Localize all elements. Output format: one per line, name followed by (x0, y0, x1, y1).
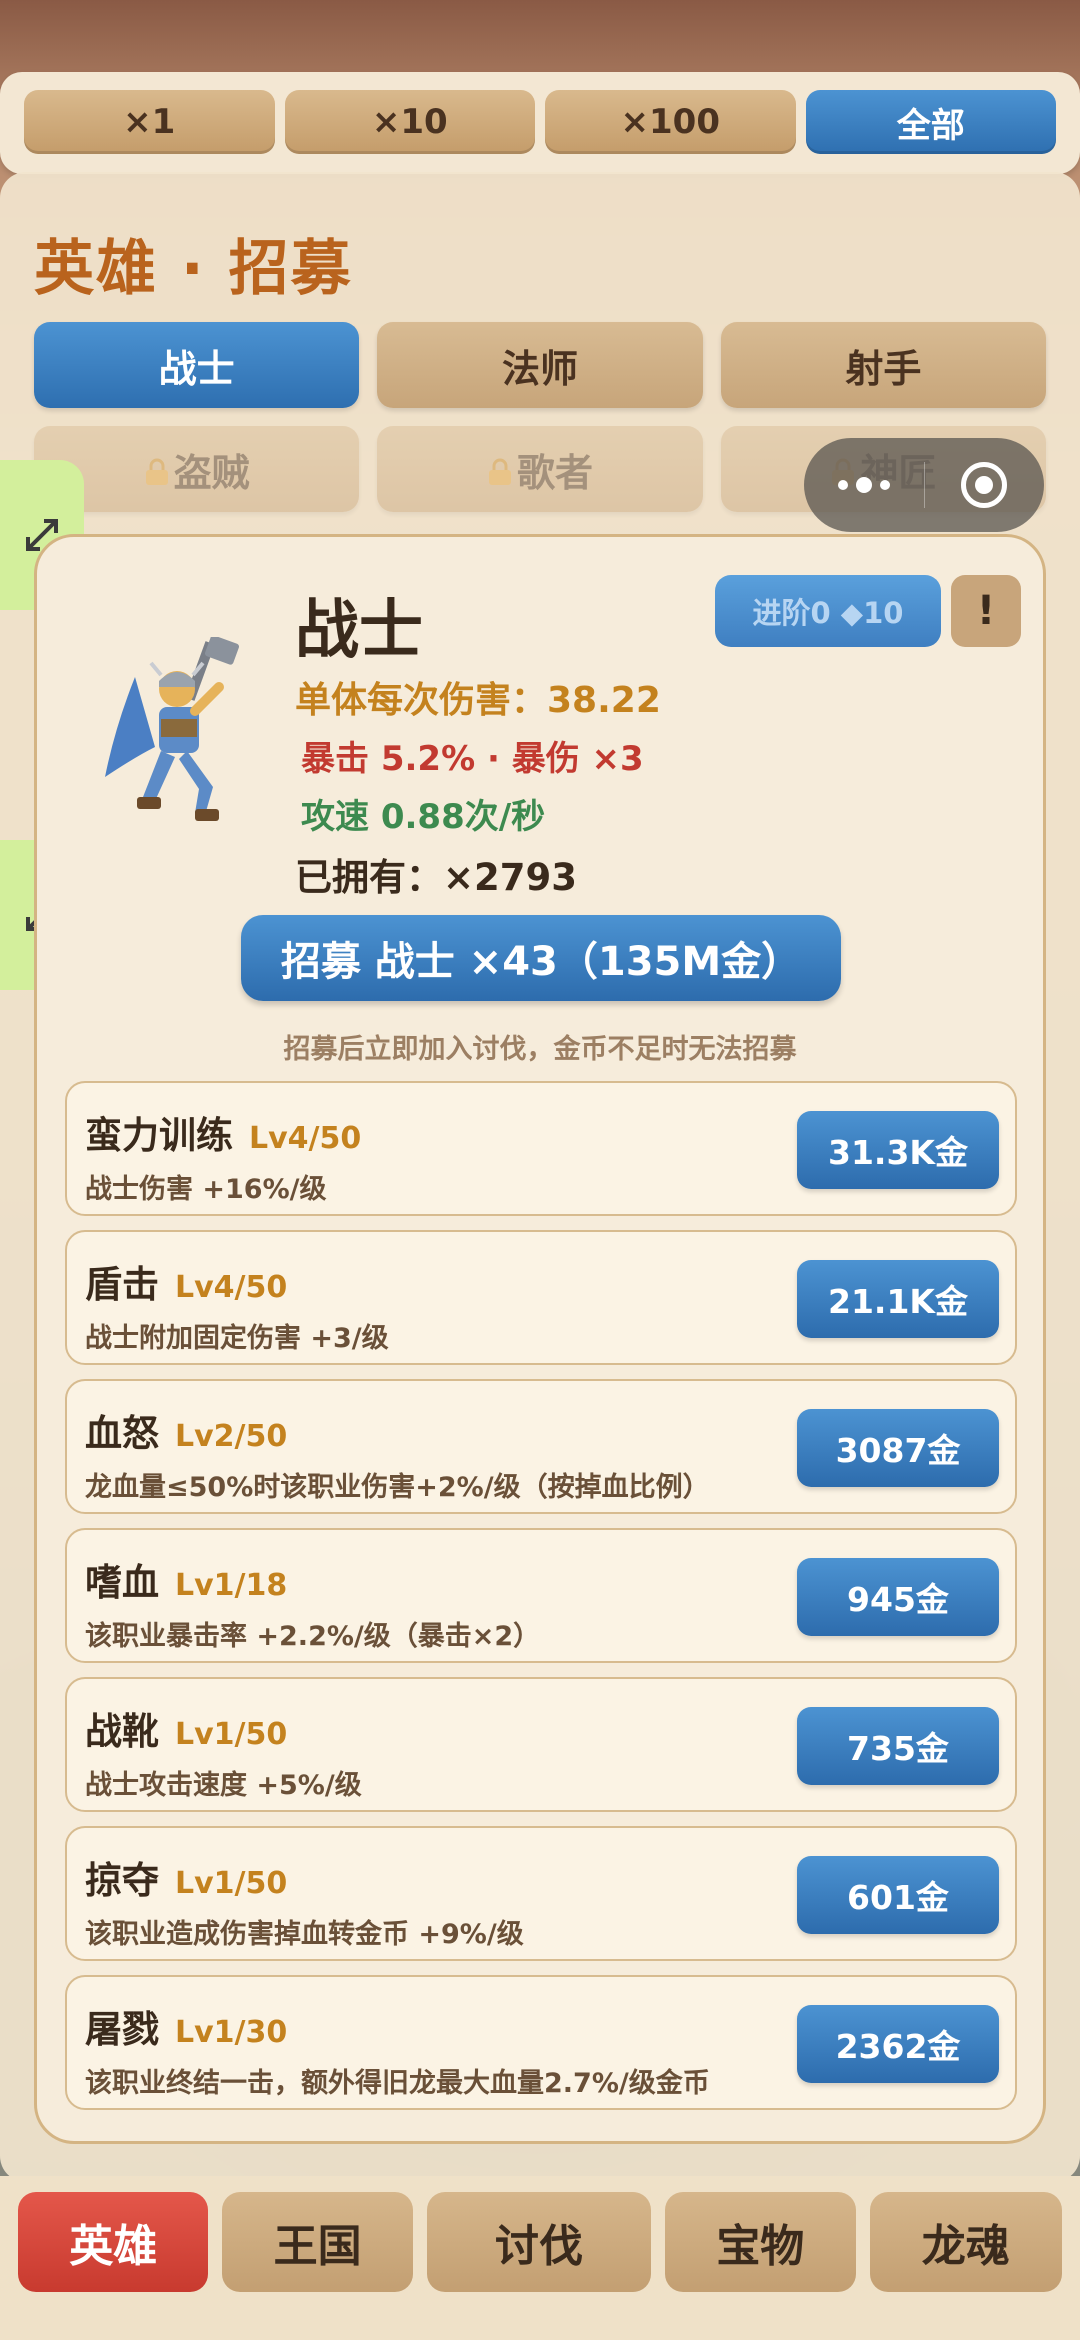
skill-desc: 该职业造成伤害掉血转金币 +9%/级 (85, 1919, 524, 1950)
skill-name: 血怒 (85, 1412, 159, 1455)
skill-level: Lv4/50 (249, 1121, 362, 1156)
multiplier-x1-button[interactable]: ×1 (24, 90, 275, 154)
nav-kingdom[interactable]: 王国 (222, 2192, 413, 2292)
tab-archer[interactable]: 射手 (720, 322, 1046, 408)
skill-name: 盾击 (85, 1263, 159, 1306)
multiplier-x100-button[interactable]: ×100 (545, 90, 796, 154)
skill-desc: 龙血量≤50%时该职业伤害+2%/级（按掉血比例） (85, 1472, 710, 1503)
tab-bard[interactable]: 歌者 (377, 426, 703, 512)
recruit-hint: 招募后立即加入讨伐，金币不足时无法招募 (283, 1034, 797, 1065)
capsule-close-icon[interactable] (925, 438, 1045, 532)
skill-row: 血怒 Lv2/50 龙血量≤50%时该职业伤害+2%/级（按掉血比例） 3087金 (65, 1379, 1017, 1514)
skill-upgrade-button[interactable]: 601金 (797, 1856, 999, 1934)
more-dots-icon[interactable] (804, 438, 924, 532)
multiplier-bar: ×1 ×10 ×100 全部 (0, 72, 1080, 174)
skill-title: 血怒 Lv2/50 (85, 1403, 287, 1457)
skill-row: 战靴 Lv1/50 战士攻击速度 +5%/级 735金 (65, 1677, 1017, 1812)
tab-mage[interactable]: 法师 (377, 322, 703, 408)
hero-speed-stat: 攻速 0.88次/秒 (301, 797, 546, 837)
tab-warrior[interactable]: 战士 (34, 322, 360, 408)
skill-row: 蛮力训练 Lv4/50 战士伤害 +16%/级 31.3K金 (65, 1081, 1017, 1216)
skill-upgrade-button[interactable]: 3087金 (797, 1409, 999, 1487)
dot (879, 480, 890, 490)
skill-row: 掠夺 Lv1/50 该职业造成伤害掉血转金币 +9%/级 601金 (65, 1826, 1017, 1961)
skill-row: 嗜血 Lv1/18 该职业暴击率 +2.2%/级（暴击×2） 945金 (65, 1528, 1017, 1663)
skill-desc: 该职业终结一击，额外得旧龙最大血量2.7%/级金币 (85, 2068, 710, 2099)
skill-level: Lv1/18 (175, 1568, 288, 1603)
bottom-nav: 英雄 王国 讨伐 宝物 龙魂 (0, 2176, 1080, 2340)
lock-icon (145, 458, 168, 485)
skill-title: 战靴 Lv1/50 (85, 1701, 287, 1755)
mini-program-capsule (804, 438, 1044, 532)
page-title: 英雄 · 招募 (34, 234, 353, 304)
skill-level: Lv1/50 (175, 1866, 288, 1901)
skill-title: 屠戮 Lv1/30 (85, 1999, 287, 2053)
skill-name: 嗜血 (85, 1561, 159, 1604)
skill-title: 盾击 Lv4/50 (85, 1254, 287, 1308)
multiplier-all-button[interactable]: 全部 (805, 90, 1056, 154)
skill-title: 蛮力训练 Lv4/50 (85, 1105, 361, 1159)
skill-upgrade-button[interactable]: 21.1K金 (797, 1260, 999, 1338)
lock-icon (488, 458, 511, 485)
warrior-portrait (105, 637, 240, 821)
skill-row: 屠戮 Lv1/30 该职业终结一击，额外得旧龙最大血量2.7%/级金币 2362金 (65, 1975, 1017, 2110)
nav-crusade[interactable]: 讨伐 (426, 2192, 652, 2292)
skill-name: 蛮力训练 (85, 1114, 233, 1157)
nav-heroes[interactable]: 英雄 (18, 2192, 209, 2292)
tab-label: 战士 (158, 346, 235, 391)
multiplier-x10-button[interactable]: ×10 (284, 90, 535, 154)
dot (837, 480, 848, 490)
skill-row: 盾击 Lv4/50 战士附加固定伤害 +3/级 21.1K金 (65, 1230, 1017, 1365)
skill-list: 蛮力训练 Lv4/50 战士伤害 +16%/级 31.3K金 盾击 Lv4/50 战… (65, 1081, 1017, 2110)
skill-upgrade-button[interactable]: 2362金 (797, 2005, 999, 2083)
skill-name: 掠夺 (85, 1859, 159, 1902)
nav-treasure[interactable]: 宝物 (665, 2192, 856, 2292)
hero-crit-stat: 暴击 5.2% · 暴伤 ×3 (301, 739, 644, 779)
skill-desc: 该职业暴击率 +2.2%/级（暴击×2） (85, 1621, 541, 1652)
hero-owned-count: 已拥有：×2793 (295, 856, 577, 899)
skill-upgrade-button[interactable]: 945金 (797, 1558, 999, 1636)
skill-level: Lv1/50 (175, 1717, 288, 1752)
skill-upgrade-button[interactable]: 31.3K金 (797, 1111, 999, 1189)
dot (855, 477, 872, 493)
skill-title: 嗜血 Lv1/18 (85, 1552, 287, 1606)
recruit-button[interactable]: 招募 战士 ×43（135M金） (241, 915, 841, 1001)
tab-label: 盗贼 (173, 450, 250, 495)
tab-label: 歌者 (516, 450, 593, 495)
skill-level: Lv1/30 (175, 2015, 288, 2050)
skill-level: Lv4/50 (175, 1270, 288, 1305)
skill-name: 屠戮 (85, 2008, 159, 2051)
hero-card: 战士 进阶0 ◆10 ! 单体每次伤害：38.22 暴击 5.2% · 暴伤 ×… (34, 534, 1046, 2144)
skill-upgrade-button[interactable]: 735金 (797, 1707, 999, 1785)
skill-desc: 战士攻击速度 +5%/级 (85, 1770, 362, 1801)
nav-dragon-soul[interactable]: 龙魂 (869, 2192, 1062, 2292)
close-ring (961, 462, 1008, 508)
skill-desc: 战士附加固定伤害 +3/级 (85, 1323, 389, 1354)
skill-desc: 战士伤害 +16%/级 (85, 1174, 327, 1205)
info-button[interactable]: ! (951, 575, 1021, 647)
hero-damage-stat: 单体每次伤害：38.22 (295, 680, 661, 721)
skill-level: Lv2/50 (175, 1419, 288, 1454)
skill-title: 掠夺 Lv1/50 (85, 1850, 287, 1904)
skill-name: 战靴 (85, 1710, 159, 1753)
advance-button[interactable]: 进阶0 ◆10 (715, 575, 941, 647)
hero-name: 战士 (295, 594, 423, 668)
tab-label: 射手 (845, 346, 922, 391)
tab-label: 法师 (501, 346, 578, 391)
